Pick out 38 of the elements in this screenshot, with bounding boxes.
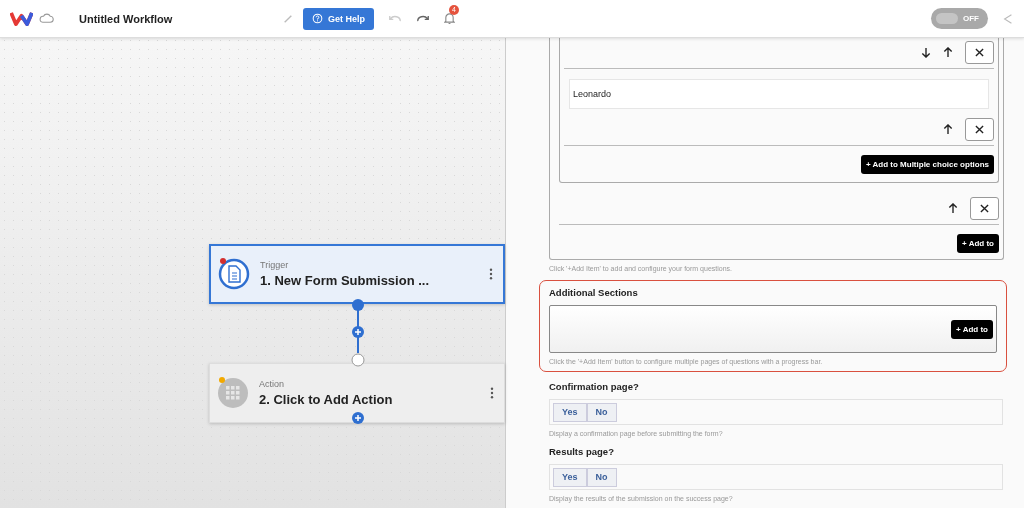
arrow-up-icon[interactable] [943, 47, 953, 58]
close-icon [975, 125, 984, 134]
choice-button[interactable]: Yes [553, 402, 587, 422]
workflow-title: Untitled Workflow [79, 12, 174, 25]
close-icon [975, 48, 984, 57]
setting-title: Confirmation page? [549, 381, 640, 392]
arrow-up-icon[interactable] [943, 124, 953, 135]
arrow-up-icon[interactable] [948, 203, 958, 214]
add-option-button[interactable]: + Add to Multiple choice options [860, 155, 994, 174]
remove-button[interactable] [965, 118, 994, 141]
section-title: Additional Sections [549, 287, 639, 298]
form-icon [218, 258, 250, 290]
more-icon[interactable] [489, 268, 493, 280]
option-field[interactable]: Leonardo [569, 79, 989, 109]
arrow-down-icon[interactable] [921, 47, 931, 58]
remove-button[interactable] [970, 197, 999, 220]
help-icon [312, 13, 323, 24]
node-type: Trigger [260, 260, 290, 270]
choice-button[interactable]: No [586, 467, 617, 487]
node-type: Action [259, 379, 285, 389]
add-section-button[interactable]: + Add to [951, 319, 993, 339]
add-question-button[interactable]: + Add to [957, 234, 999, 253]
more-icon[interactable] [490, 387, 494, 399]
remove-button[interactable] [965, 41, 994, 64]
node-title: 2. Click to Add Action [259, 392, 394, 407]
workflow-node[interactable]: Trigger 1. New Form Submission ... [209, 244, 505, 304]
redo-icon[interactable] [416, 14, 430, 23]
bell-icon[interactable] [444, 12, 455, 25]
workflow-node[interactable]: Action 2. Click to Add Action [209, 363, 505, 423]
logo-icon [10, 11, 33, 26]
node-title: 1. New Form Submission ... [260, 273, 431, 288]
grid-icon [217, 377, 249, 409]
choice-button[interactable]: No [586, 402, 617, 422]
choice-button[interactable]: Yes [553, 467, 587, 487]
setting-title: Results page? [549, 446, 615, 457]
close-icon [980, 204, 989, 213]
cloud-icon[interactable] [39, 13, 54, 24]
get-help-button[interactable]: Get Help [303, 7, 374, 30]
